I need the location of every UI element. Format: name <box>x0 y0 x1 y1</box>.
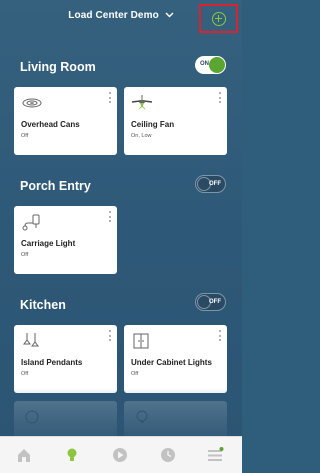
device-card-overhead-cans[interactable]: Overhead Cans Off <box>14 87 117 155</box>
device-menu-button[interactable] <box>218 92 221 103</box>
ceiling-fan-icon <box>131 95 153 110</box>
device-name: Overhead Cans <box>21 120 80 129</box>
clock-icon[interactable] <box>159 446 177 464</box>
app-screen: Load Center Demo Living Room ON Overhead… <box>0 0 242 473</box>
add-button[interactable] <box>199 4 238 33</box>
room-title-kitchen: Kitchen <box>20 298 66 312</box>
toggle-label: OFF <box>209 181 221 187</box>
location-title: Load Center Demo <box>68 10 159 21</box>
cabinet-light-icon <box>133 333 149 349</box>
device-status: Off <box>131 371 139 377</box>
device-card-under-cabinet-lights[interactable]: Under Cabinet Lights Off <box>124 325 227 393</box>
room-title-living-room: Living Room <box>20 60 96 74</box>
bottom-nav <box>0 436 242 473</box>
menu-icon[interactable] <box>206 446 224 464</box>
device-card-carriage-light[interactable]: Carriage Light Off <box>14 206 117 274</box>
device-name: Under Cabinet Lights <box>131 358 212 367</box>
device-card-ceiling-fan[interactable]: Ceiling Fan On, Low <box>124 87 227 155</box>
carriage-light-icon <box>22 214 40 231</box>
room-toggle-kitchen[interactable]: OFF <box>195 293 226 311</box>
device-name: Carriage Light <box>21 239 76 248</box>
toggle-label: OFF <box>209 299 221 305</box>
device-name: Ceiling Fan <box>131 120 175 129</box>
device-menu-button[interactable] <box>108 330 111 341</box>
header: Load Center Demo <box>0 0 242 36</box>
home-icon[interactable] <box>15 446 33 464</box>
room-toggle-porch-entry[interactable]: OFF <box>195 175 226 193</box>
device-card-island-pendants[interactable]: Island Pendants Off <box>14 325 117 393</box>
chevron-down-icon <box>165 12 174 18</box>
bulb-icon[interactable] <box>63 446 81 464</box>
play-icon[interactable] <box>111 446 129 464</box>
device-status: Off <box>21 371 29 377</box>
device-menu-button[interactable] <box>108 92 111 103</box>
toggle-label: ON <box>200 61 209 67</box>
device-menu-button[interactable] <box>108 211 111 222</box>
toggle-knob <box>209 57 225 73</box>
device-status: Off <box>21 252 29 258</box>
device-status: Off <box>21 133 29 139</box>
pendant-light-icon <box>23 333 39 347</box>
device-name: Island Pendants <box>21 358 83 367</box>
device-status: On, Low <box>131 133 152 139</box>
can-light-icon <box>22 98 42 108</box>
scroll-fade <box>0 388 242 440</box>
room-toggle-living-room[interactable]: ON <box>195 56 226 74</box>
device-menu-button[interactable] <box>218 330 221 341</box>
room-title-porch-entry: Porch Entry <box>20 179 91 193</box>
plus-circle-icon <box>211 11 226 26</box>
